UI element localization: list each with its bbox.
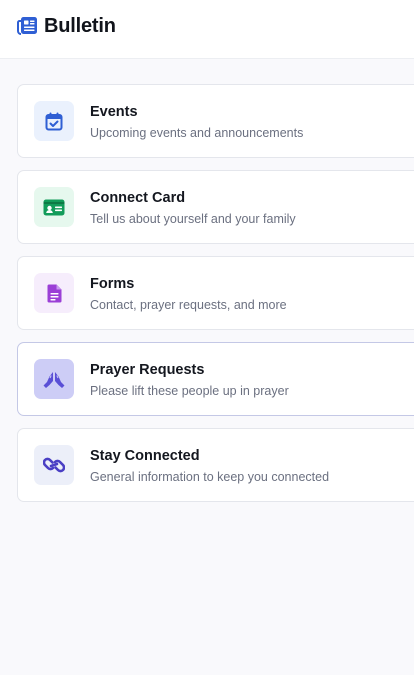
stay-connected-title: Stay Connected — [90, 448, 200, 464]
document-icon — [47, 284, 61, 302]
bulletin-page: Bulletin Events Upcoming events and anno… — [0, 0, 414, 675]
events-card[interactable]: Events Upcoming events and announcements — [17, 84, 414, 158]
prayer-requests-icon-tile — [34, 359, 74, 399]
forms-icon-tile — [34, 273, 74, 313]
stay-connected-card[interactable]: Stay Connected General information to ke… — [17, 428, 414, 502]
connect-card-subtitle: Tell us about yourself and your family — [90, 212, 296, 226]
stay-connected-subtitle: General information to keep you connecte… — [90, 470, 330, 484]
connect-card-icon-tile — [34, 187, 74, 227]
prayer-requests-subtitle: Please lift these people up in prayer — [90, 384, 289, 398]
forms-subtitle: Contact, prayer requests, and more — [90, 298, 287, 312]
page-title: Bulletin — [44, 15, 116, 37]
forms-card[interactable]: Forms Contact, prayer requests, and more — [17, 256, 414, 330]
events-title: Events — [90, 104, 138, 120]
praying-hands-icon — [43, 371, 65, 388]
calendar-check-icon — [45, 112, 63, 130]
connect-card-title: Connect Card — [90, 190, 186, 206]
forms-title: Forms — [90, 276, 135, 292]
stay-connected-icon-tile — [34, 445, 74, 485]
events-icon-tile — [34, 101, 74, 141]
events-subtitle: Upcoming events and announcements — [90, 126, 304, 140]
header-bar: Bulletin — [0, 0, 414, 59]
id-card-icon — [43, 199, 65, 215]
connect-card-card[interactable]: Connect Card Tell us about yourself and … — [17, 170, 414, 244]
newspaper-icon — [17, 17, 37, 35]
prayer-requests-card[interactable]: Prayer Requests Please lift these people… — [17, 342, 414, 416]
prayer-requests-title: Prayer Requests — [90, 362, 205, 378]
link-icon — [43, 457, 65, 473]
